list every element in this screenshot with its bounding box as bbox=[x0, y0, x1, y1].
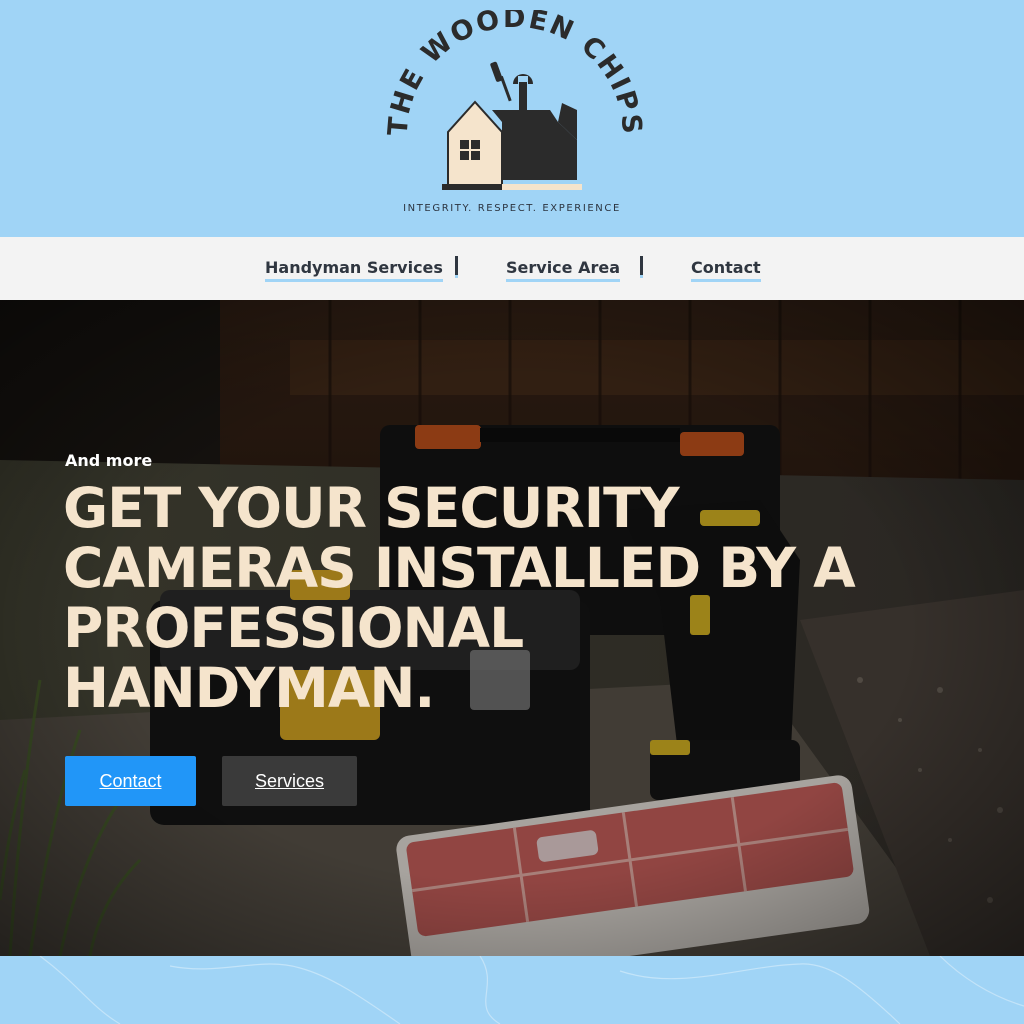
nav-separator bbox=[455, 256, 458, 278]
brand-logo[interactable]: THE WOODEN CHIPS bbox=[372, 10, 652, 200]
decorative-band bbox=[0, 956, 1024, 1024]
topographic-lines-decoration bbox=[39, 956, 1024, 1024]
nav-link-contact[interactable]: Contact bbox=[691, 258, 761, 282]
contact-button[interactable]: Contact bbox=[65, 756, 196, 806]
brand-tagline: INTEGRITY. RESPECT. EXPERIENCE bbox=[403, 203, 621, 214]
site-header: THE WOODEN CHIPS INTEGRITY. RESPECT. EXP… bbox=[0, 0, 1024, 237]
toolbox-icon bbox=[492, 103, 577, 180]
nav-link-service-area[interactable]: Service Area bbox=[506, 258, 621, 282]
nav-separator bbox=[640, 256, 643, 278]
nav-link-handyman-services[interactable]: Handyman Services bbox=[265, 258, 443, 282]
screwdriver-icon bbox=[490, 61, 512, 102]
hero-headline: GET YOUR SECURITY CAMERAS INSTALLED BY A… bbox=[63, 476, 856, 720]
house-icon bbox=[447, 100, 503, 187]
hero-eyebrow: And more bbox=[65, 451, 153, 470]
services-button[interactable]: Services bbox=[222, 756, 357, 806]
